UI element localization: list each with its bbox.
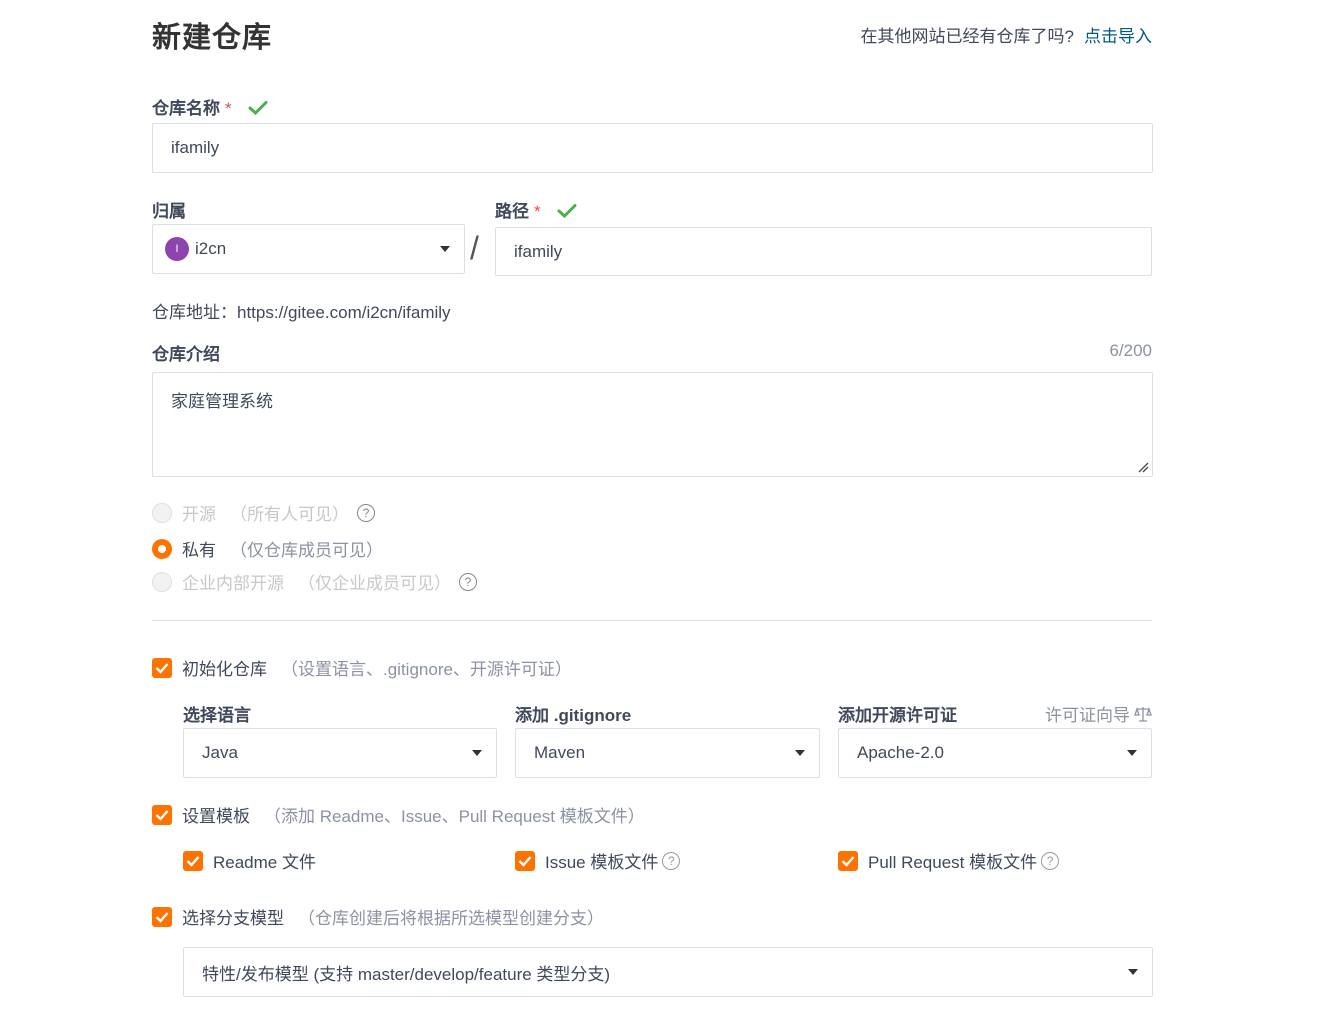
checkmark-icon bbox=[518, 855, 532, 867]
repo-address: 仓库地址：https://gitee.com/i2cn/ifamily bbox=[152, 303, 451, 322]
checkmark-icon bbox=[155, 911, 169, 923]
templates-option[interactable]: 设置模板 （添加 Readme、Issue、Pull Request 模板文件） bbox=[152, 802, 645, 827]
init-repo-option[interactable]: 初始化仓库 （设置语言、.gitignore、开源许可证） bbox=[152, 655, 572, 680]
repo-name-label: 仓库名称 * bbox=[152, 94, 268, 119]
template-pr-label: Pull Request 模板文件 bbox=[868, 853, 1038, 872]
branch-model-note: （仓库创建后将根据所选模型创建分支） bbox=[298, 909, 604, 928]
repo-name-input[interactable]: ifamily bbox=[152, 123, 1153, 173]
license-guide-text: 许可证向导 bbox=[1045, 706, 1130, 725]
resize-handle-icon[interactable] bbox=[1137, 461, 1149, 473]
radio-private[interactable] bbox=[152, 538, 172, 559]
caret-down-icon bbox=[1128, 969, 1138, 975]
owner-select[interactable]: I i2cn bbox=[152, 224, 465, 274]
init-repo-note: （设置语言、.gitignore、开源许可证） bbox=[281, 660, 572, 679]
branch-model-select[interactable]: 特性/发布模型 (支持 master/develop/feature 类型分支) bbox=[183, 947, 1153, 997]
check-valid-icon bbox=[248, 100, 268, 115]
checkmark-icon bbox=[841, 855, 855, 867]
license-guide-link[interactable]: 许可证向导 bbox=[1045, 701, 1152, 726]
visibility-enterprise-label: 企业内部开源 bbox=[182, 574, 284, 593]
checkbox-templates[interactable] bbox=[152, 804, 172, 825]
gitignore-label: 添加 .gitignore bbox=[515, 706, 632, 725]
owner-label: 归属 bbox=[152, 202, 186, 221]
license-value: Apache-2.0 bbox=[857, 743, 944, 762]
branch-model-option[interactable]: 选择分支模型 （仓库创建后将根据所选模型创建分支） bbox=[152, 904, 604, 929]
caret-down-icon bbox=[795, 750, 805, 756]
owner-value: i2cn bbox=[195, 239, 227, 258]
checkbox-issue[interactable] bbox=[515, 850, 535, 871]
help-icon[interactable]: ? bbox=[459, 572, 477, 591]
checkbox-readme[interactable] bbox=[183, 850, 203, 871]
init-repo-label: 初始化仓库 bbox=[182, 660, 267, 679]
avatar: I bbox=[165, 237, 189, 261]
visibility-private-label: 私有 bbox=[182, 541, 216, 560]
divider bbox=[152, 620, 1152, 621]
radio-public[interactable] bbox=[152, 502, 172, 523]
checkbox-branch-model[interactable] bbox=[152, 906, 172, 927]
visibility-enterprise-note: （仅企业成员可见） bbox=[298, 574, 451, 593]
language-label: 选择语言 bbox=[183, 706, 251, 725]
checkbox-pull-request[interactable] bbox=[838, 850, 858, 871]
template-readme[interactable]: Readme 文件 bbox=[183, 848, 316, 873]
repo-name-label-text: 仓库名称 bbox=[152, 99, 220, 118]
visibility-private-note: （仅仓库成员可见） bbox=[230, 541, 383, 560]
caret-down-icon bbox=[440, 246, 450, 252]
page-title: 新建仓库 bbox=[152, 22, 273, 54]
caret-down-icon bbox=[472, 750, 482, 756]
visibility-private[interactable]: 私有 （仅仓库成员可见） bbox=[152, 536, 383, 561]
help-icon[interactable]: ? bbox=[1041, 851, 1060, 870]
gitignore-select[interactable]: Maven bbox=[515, 728, 820, 778]
checkmark-icon bbox=[155, 809, 169, 821]
license-select[interactable]: Apache-2.0 bbox=[838, 728, 1152, 778]
scale-icon bbox=[1134, 706, 1152, 722]
visibility-public-note: （所有人可见） bbox=[230, 505, 349, 524]
branch-model-label: 选择分支模型 bbox=[182, 909, 284, 928]
required-mark: * bbox=[534, 202, 541, 221]
visibility-public[interactable]: 开源 （所有人可见） ? bbox=[152, 500, 375, 525]
radio-enterprise[interactable] bbox=[152, 571, 172, 592]
template-readme-label: Readme 文件 bbox=[213, 853, 316, 872]
checkmark-icon bbox=[155, 662, 169, 674]
template-issue-label: Issue 模板文件 bbox=[545, 853, 659, 872]
gitignore-value: Maven bbox=[534, 743, 586, 762]
help-icon[interactable]: ? bbox=[662, 851, 681, 870]
path-separator: / bbox=[470, 230, 479, 266]
visibility-public-label: 开源 bbox=[182, 505, 216, 524]
check-valid-icon bbox=[557, 203, 577, 218]
description-textarea[interactable]: 家庭管理系统 bbox=[152, 372, 1153, 477]
description-label: 仓库介绍 bbox=[152, 345, 220, 364]
template-pr[interactable]: Pull Request 模板文件 ? bbox=[838, 848, 1060, 873]
branch-model-value: 特性/发布模型 (支持 master/develop/feature 类型分支) bbox=[202, 964, 611, 984]
checkmark-icon bbox=[186, 855, 200, 867]
import-link[interactable]: 点击导入 bbox=[1084, 27, 1152, 46]
description-counter: 6/200 bbox=[1109, 341, 1152, 360]
checkbox-init-repo[interactable] bbox=[152, 657, 172, 678]
caret-down-icon bbox=[1127, 750, 1137, 756]
visibility-enterprise[interactable]: 企业内部开源 （仅企业成员可见） ? bbox=[152, 569, 477, 594]
import-hint-text: 在其他网站已经有仓库了吗? bbox=[860, 27, 1074, 46]
import-hint: 在其他网站已经有仓库了吗? 点击导入 bbox=[861, 22, 1152, 47]
language-value: Java bbox=[202, 743, 238, 762]
help-icon[interactable]: ? bbox=[357, 503, 375, 522]
templates-label: 设置模板 bbox=[182, 807, 250, 826]
template-issue[interactable]: Issue 模板文件 ? bbox=[515, 848, 681, 873]
path-input[interactable]: ifamily bbox=[495, 227, 1152, 276]
path-label-text: 路径 bbox=[495, 202, 529, 221]
required-mark: * bbox=[225, 99, 232, 118]
path-label: 路径 * bbox=[495, 197, 577, 222]
templates-note: （添加 Readme、Issue、Pull Request 模板文件） bbox=[264, 807, 645, 826]
license-label: 添加开源许可证 bbox=[838, 706, 957, 725]
language-select[interactable]: Java bbox=[183, 728, 497, 778]
